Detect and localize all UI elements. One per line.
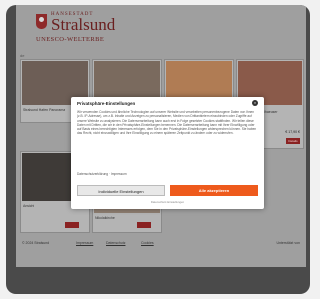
consent-body: Wir verwenden Cookies und ähnliche Techn…: [77, 110, 257, 136]
site-subtitle: UNESCO-WELTERBE: [36, 36, 105, 43]
language-marker[interactable]: de: [20, 53, 24, 58]
accept-all-button[interactable]: Alle akzeptieren: [170, 185, 258, 196]
product-cart-button[interactable]: [65, 222, 79, 228]
site-title[interactable]: Stralsund: [51, 16, 115, 34]
cookie-consent-dialog: Privatsphäre-Einstellungen × Wir verwend…: [71, 97, 264, 209]
product-cart-button[interactable]: [137, 222, 151, 228]
product-details-button[interactable]: Details: [286, 138, 300, 144]
footer-right-text: Unterstützt von: [276, 241, 300, 245]
site-footer: © 2024 Stralsund Impressum Datenschutz C…: [16, 237, 306, 249]
footer-link-datenschutz[interactable]: Datenschutz: [106, 241, 125, 245]
close-icon[interactable]: ×: [252, 100, 258, 106]
individual-settings-button[interactable]: Individuelle Einstellungen: [77, 185, 165, 196]
footer-copyright: © 2024 Stralsund: [22, 241, 50, 245]
site-header: HANSESTADT Stralsund UNESCO-WELTERBE de: [16, 5, 306, 58]
consent-footer[interactable]: Datenschutz-Einstellungen: [71, 200, 264, 204]
product-caption: Ansicht: [23, 204, 35, 208]
product-price: € 17,90 €: [285, 130, 300, 134]
product-caption: Stralsund Hafen Panorama: [23, 108, 66, 112]
product-caption: Nikolaikirche: [95, 216, 115, 220]
consent-title: Privatsphäre-Einstellungen: [77, 101, 136, 106]
footer-link-cookies[interactable]: Cookies: [141, 241, 154, 245]
city-crest-icon[interactable]: [36, 14, 47, 29]
footer-link-impressum[interactable]: Impressum: [76, 241, 93, 245]
consent-links[interactable]: Datenschutzerklärung · Impressum: [77, 172, 127, 176]
